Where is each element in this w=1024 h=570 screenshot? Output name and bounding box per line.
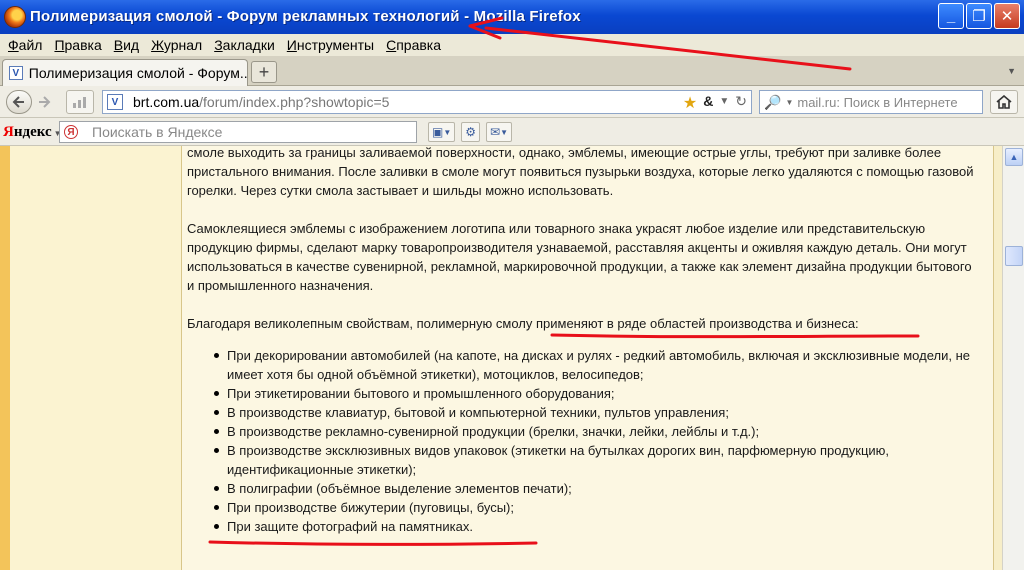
scroll-thumb[interactable] — [1005, 246, 1023, 266]
navigation-toolbar: V brt.com.ua /forum/index.php?showtopic=… — [0, 86, 1024, 118]
search-engine-icon[interactable]: 🔎 — [764, 94, 781, 111]
page-viewport[interactable]: смоле выходить за границы заливаемой пов… — [0, 146, 1002, 570]
ampersand-icon[interactable]: & — [703, 93, 713, 113]
tab-label: Полимеризация смолой - Форум... — [28, 65, 247, 81]
yandex-logo[interactable]: Яндекс ▼ — [3, 124, 62, 141]
list-item: В производстве клавиатур, бытовой и комп… — [211, 403, 977, 422]
menu-bookmarks[interactable]: Закладки — [208, 37, 281, 53]
menu-bar: Файл Правка Вид Журнал Закладки Инструме… — [0, 34, 1024, 56]
arrow-left-icon — [12, 96, 24, 108]
reload-icon[interactable]: ↻ — [735, 93, 747, 113]
tab-bar: V Полимеризация смолой - Форум... + ▼ — [0, 56, 1024, 86]
stats-button[interactable] — [66, 90, 94, 114]
menu-history[interactable]: Журнал — [145, 37, 208, 53]
tools-button[interactable]: ⚙ — [461, 122, 481, 142]
paragraph-2: Самоклеящиеся эмблемы с изображением лог… — [187, 221, 972, 293]
url-path: /forum/index.php?showtopic=5 — [199, 94, 390, 110]
translate-icon: ▣ — [432, 125, 444, 139]
scroll-up-button[interactable]: ▲ — [1005, 148, 1023, 166]
tab-active[interactable]: V Полимеризация смолой - Форум... — [2, 59, 248, 86]
dropdown-chevron-icon[interactable]: ▼ — [719, 96, 729, 113]
back-button[interactable] — [6, 90, 32, 114]
yandex-toolbar: Яндекс ▼ Я Поискать в Яндексе ▣ ▼ ⚙ ✉ ▼ — [0, 118, 1024, 146]
list-item: При этикетировании бытового и промышленн… — [211, 384, 977, 403]
forward-button[interactable] — [34, 90, 54, 114]
list-item: В полиграфии (объёмное выделение элемент… — [211, 479, 977, 498]
menu-help[interactable]: Справка — [380, 37, 447, 53]
site-favicon-icon: V — [9, 66, 23, 80]
menu-file[interactable]: Файл — [2, 37, 48, 53]
window-title-bar[interactable]: Полимеризация смолой - Форум рекламных т… — [0, 0, 1024, 34]
search-box[interactable]: 🔎 ▼ mail.ru: Поиск в Интернете — [759, 90, 983, 114]
right-border — [994, 146, 1002, 570]
address-bar[interactable]: V brt.com.ua /forum/index.php?showtopic=… — [102, 90, 752, 114]
paragraph-1: смоле выходить за границы заливаемой пов… — [187, 146, 974, 198]
new-tab-button[interactable]: + — [251, 61, 277, 83]
home-icon — [996, 95, 1012, 109]
left-border — [0, 146, 10, 570]
search-placeholder: mail.ru: Поиск в Интернете — [797, 94, 958, 110]
dropdown-chevron-icon[interactable]: ▼ — [785, 98, 793, 107]
translate-button[interactable]: ▣ ▼ — [428, 122, 456, 142]
list-item: При производстве бижутерии (пуговицы, бу… — [211, 498, 977, 517]
gear-icon: ⚙ — [465, 125, 477, 139]
mail-button[interactable]: ✉ ▼ — [486, 122, 513, 142]
yandex-search-placeholder: Поискать в Яндексе — [92, 124, 223, 140]
minimize-button[interactable]: _ — [938, 3, 964, 29]
site-favicon-icon: V — [107, 94, 123, 110]
paragraph-3: Благодаря великолепным свойствам, полиме… — [187, 316, 859, 331]
url-host: brt.com.ua — [133, 94, 200, 110]
vertical-scrollbar[interactable]: ▲ — [1002, 146, 1024, 570]
bookmark-star-icon[interactable]: ★ — [683, 93, 697, 113]
yandex-icon: Я — [64, 125, 78, 139]
bar-chart-icon — [73, 97, 86, 108]
list-item: В производстве рекламно-сувенирной проду… — [211, 422, 977, 441]
yandex-search-input[interactable]: Я Поискать в Яндексе — [59, 121, 417, 143]
maximize-button[interactable]: ❐ — [966, 3, 992, 29]
home-button[interactable] — [990, 90, 1018, 114]
mail-icon: ✉ — [490, 125, 501, 139]
article-content: смоле выходить за границы заливаемой пов… — [182, 146, 994, 570]
tab-list-chevron-icon[interactable]: ▼ — [1007, 66, 1016, 76]
menu-tools[interactable]: Инструменты — [281, 37, 380, 53]
applications-list: При декорировании автомобилей (на капоте… — [211, 346, 977, 536]
arrow-right-icon — [39, 96, 51, 108]
menu-edit[interactable]: Правка — [48, 37, 107, 53]
left-panel — [10, 146, 182, 570]
list-item: При защите фотографий на памятниках. — [211, 517, 977, 536]
list-item: В производстве эксклюзивных видов упаков… — [211, 441, 977, 479]
close-button[interactable]: ✕ — [994, 3, 1020, 29]
list-item: При декорировании автомобилей (на капоте… — [211, 346, 977, 384]
window-title: Полимеризация смолой - Форум рекламных т… — [30, 8, 581, 25]
menu-view[interactable]: Вид — [108, 37, 145, 53]
firefox-logo-icon — [4, 6, 26, 28]
